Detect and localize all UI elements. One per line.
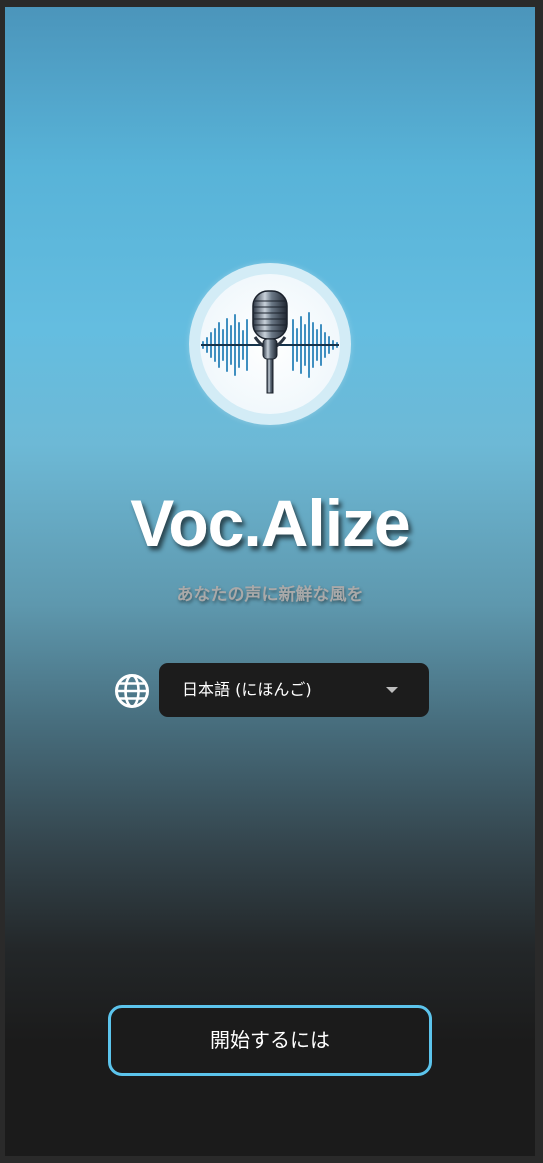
- start-button[interactable]: 開始するには: [108, 1005, 432, 1076]
- device-frame: Voc.Alize あなたの声に新鮮な風を 日本語 (にほんご) 開始するには: [0, 0, 543, 1163]
- microphone-soundwave-icon: [200, 274, 340, 414]
- chevron-down-icon: [386, 687, 398, 693]
- welcome-screen: Voc.Alize あなたの声に新鮮な風を 日本語 (にほんご) 開始するには: [5, 7, 535, 1156]
- app-title: Voc.Alize: [130, 486, 411, 560]
- app-logo: [189, 263, 351, 425]
- language-select-value: 日本語 (にほんご): [182, 680, 312, 699]
- app-tagline: あなたの声に新鮮な風を: [176, 585, 364, 605]
- globe-icon: [115, 674, 149, 708]
- language-select[interactable]: 日本語 (にほんご): [159, 663, 429, 717]
